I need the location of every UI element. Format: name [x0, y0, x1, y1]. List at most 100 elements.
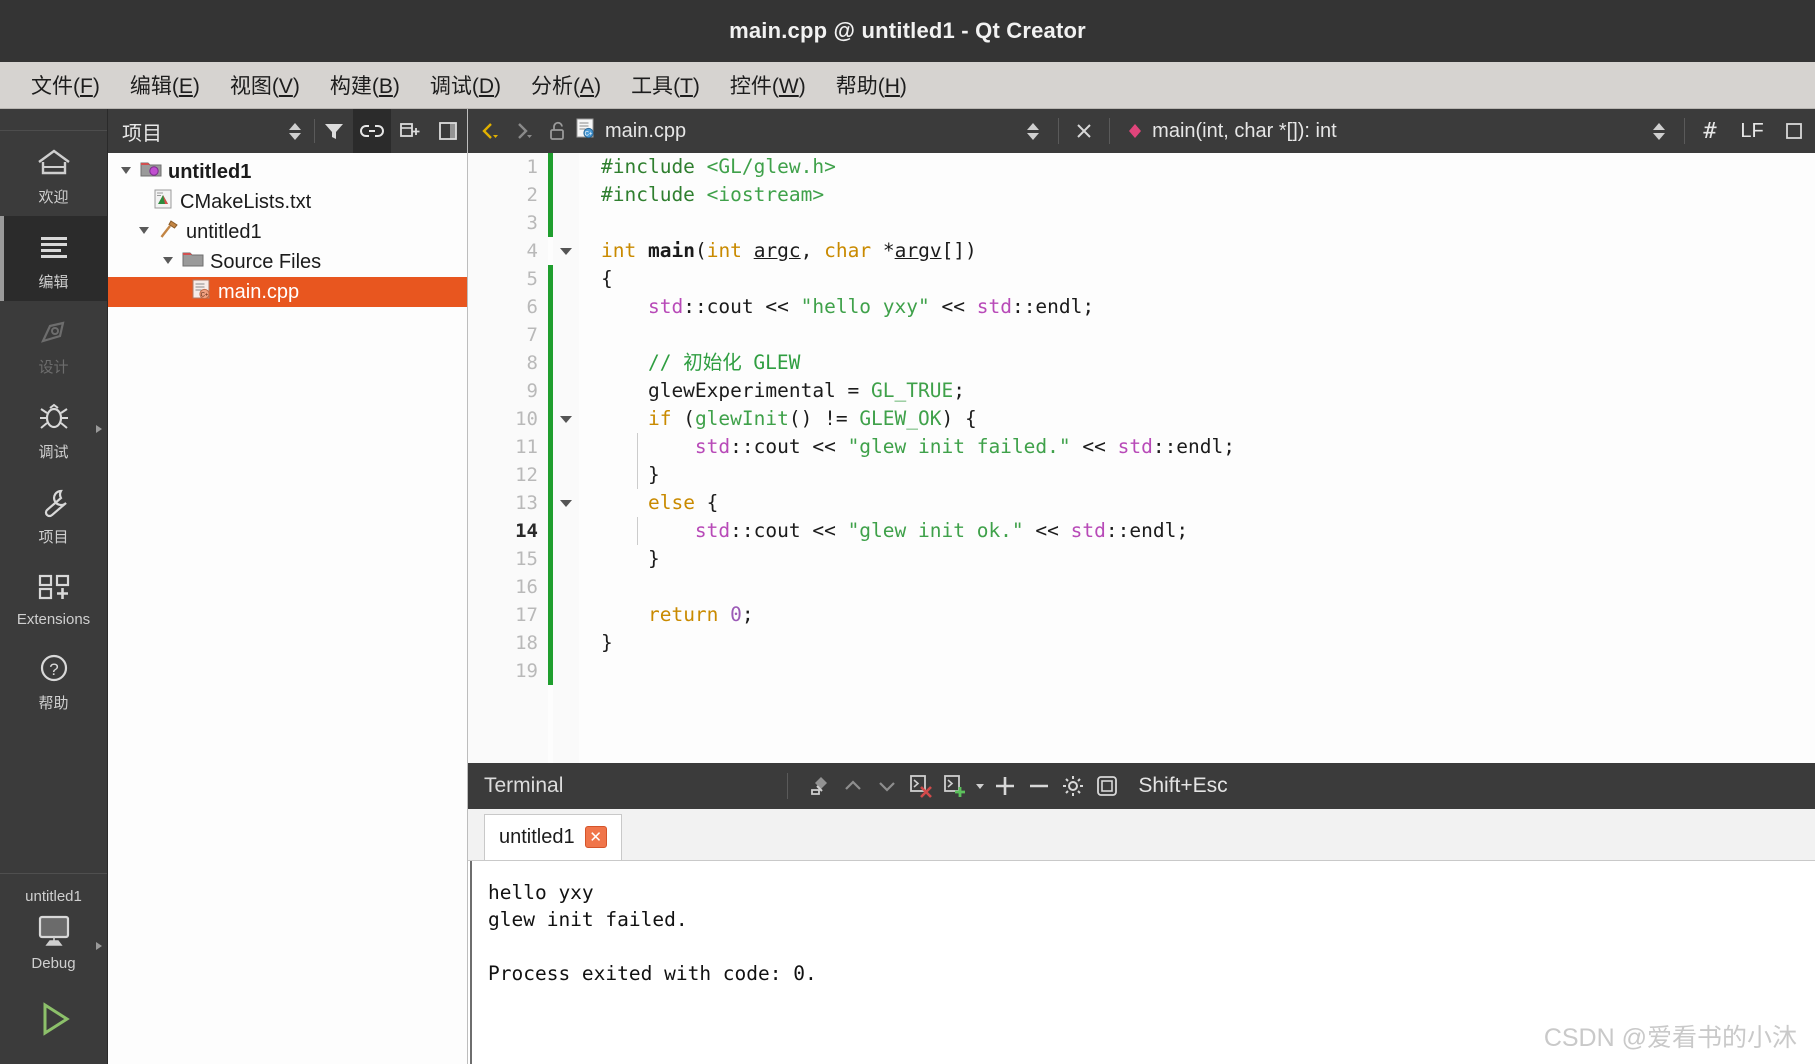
close-tab-icon[interactable]: ✕ [584, 826, 607, 848]
project-tree[interactable]: untitled1 CMakeLists.txt untitled1 Sourc… [108, 153, 467, 1064]
line-number: 15 [515, 548, 538, 570]
run-play-icon[interactable] [31, 999, 77, 1044]
link-sync-icon[interactable] [353, 109, 391, 153]
menu-analyze[interactable]: 分析(A) [518, 65, 614, 105]
nav-forward-icon[interactable] [506, 109, 540, 153]
source-code[interactable]: #include <GL/glew.h> #include <iostream>… [601, 153, 1815, 657]
fold-marker-line10[interactable] [553, 405, 579, 433]
mode-projects-label: 项目 [38, 529, 69, 546]
mode-extensions[interactable]: Extensions [0, 556, 108, 637]
zoom-out-icon[interactable] [1022, 763, 1056, 809]
kit-config-label: Debug [31, 955, 76, 972]
kit-selector[interactable]: untitled1 Debug [0, 859, 107, 1064]
close-x-icon[interactable] [1067, 109, 1101, 153]
window-title: main.cpp @ untitled1 - Qt Creator [729, 18, 1086, 43]
folder-icon [182, 249, 204, 275]
unlocked-icon[interactable] [540, 109, 574, 153]
mode-edit[interactable]: 编辑 [0, 216, 108, 301]
menu-debug[interactable]: 调试(D) [417, 65, 514, 105]
clear-broom-icon[interactable] [802, 763, 836, 809]
line-number-gutter: 1 2 3 4 5 6 7 8 9 10 11 12 13 14 15 16 1… [468, 153, 548, 763]
menu-file[interactable]: 文件(F) [18, 65, 113, 105]
line-number: 12 [515, 464, 538, 486]
line-number: 7 [526, 324, 538, 346]
line-number: 10 [515, 408, 538, 430]
stop-close-icon[interactable] [904, 763, 938, 809]
next-down-icon[interactable] [870, 763, 904, 809]
tree-row-cmakelists[interactable]: CMakeLists.txt [108, 187, 467, 217]
menu-view[interactable]: 视图(V) [217, 65, 313, 105]
tree-row-target[interactable]: untitled1 [108, 217, 467, 247]
hide-sidebar-icon[interactable] [429, 109, 467, 153]
prev-up-icon[interactable] [836, 763, 870, 809]
nav-back-icon[interactable] [472, 109, 506, 153]
line-number: 1 [526, 156, 538, 178]
mode-design-label: 设计 [38, 359, 69, 376]
terminal-output-line: Process exited with code: 0. [488, 961, 817, 985]
kit-build-config[interactable]: Debug [0, 911, 108, 981]
symbol-dropdown-icon[interactable] [1642, 109, 1676, 153]
fold-column[interactable] [553, 153, 579, 763]
new-terminal-icon[interactable] [938, 763, 972, 809]
terminal-tab-label: untitled1 [499, 825, 575, 848]
menu-widgets[interactable]: 控件(W) [717, 65, 819, 105]
home-icon [36, 142, 72, 182]
line-number: 17 [515, 604, 538, 626]
line-ending-indicator[interactable]: LF [1727, 109, 1777, 153]
toolbar-separator-3 [1684, 118, 1685, 144]
zoom-in-icon[interactable] [988, 763, 1022, 809]
tree-label-source-files: Source Files [210, 250, 322, 273]
chevron-down-icon[interactable] [160, 256, 176, 268]
project-folder-icon [140, 159, 162, 185]
editor-toolbar: C+ main.cpp main(int, char *[]): int # L… [468, 109, 1815, 153]
terminal-title: Terminal [484, 773, 564, 797]
mode-debug[interactable]: 调试 [0, 386, 108, 471]
expand-all-icon[interactable] [391, 109, 429, 153]
kit-arrow-icon[interactable] [95, 942, 102, 950]
mode-projects[interactable]: 项目 [0, 471, 108, 556]
projects-wrench-icon [36, 482, 72, 522]
chevron-down-icon[interactable] [136, 226, 152, 238]
code-text-area[interactable]: #include <GL/glew.h> #include <iostream>… [579, 153, 1815, 763]
tree-row-main-cpp[interactable]: C+ main.cpp [108, 277, 467, 307]
mode-design: 设计 [0, 301, 108, 386]
settings-gear-icon[interactable] [1056, 763, 1090, 809]
terminal-output-text: hello yxy glew init failed. Process exit… [472, 861, 817, 1064]
terminal-output-line: glew init failed. [488, 907, 688, 931]
maximize-panel-icon[interactable] [1090, 763, 1124, 809]
menu-tools[interactable]: 工具(T) [618, 65, 713, 105]
sort-updown-icon[interactable] [276, 109, 314, 153]
menu-help[interactable]: 帮助(H) [823, 65, 920, 105]
extensions-blocks-icon [34, 567, 74, 607]
tree-row-project[interactable]: untitled1 [108, 157, 467, 187]
help-question-icon: ? [36, 648, 72, 688]
menu-build[interactable]: 构建(B) [317, 65, 413, 105]
edit-lines-icon [36, 227, 72, 267]
window-titlebar: main.cpp @ untitled1 - Qt Creator [0, 0, 1815, 62]
filter-funnel-icon[interactable] [315, 109, 353, 153]
code-editor[interactable]: 1 2 3 4 5 6 7 8 9 10 11 12 13 14 15 16 1… [468, 153, 1815, 763]
terminal-tab-untitled1[interactable]: untitled1 ✕ [484, 813, 622, 860]
dropdown-caret-icon[interactable] [972, 763, 988, 809]
encoding-icon[interactable] [1777, 109, 1811, 153]
mode-welcome[interactable]: 欢迎 [0, 131, 108, 216]
updown-split-icon[interactable] [1016, 109, 1050, 153]
mode-help-label: 帮助 [38, 695, 69, 712]
terminal-output-panel[interactable]: hello yxy glew init failed. Process exit… [468, 860, 1815, 1064]
editor-symbol[interactable]: main(int, char *[]): int [1152, 120, 1337, 143]
line-number: 4 [526, 240, 538, 262]
mode-help[interactable]: ? 帮助 [0, 637, 108, 722]
chevron-down-icon[interactable] [118, 166, 134, 178]
mode-debug-arrow-icon[interactable] [95, 424, 102, 433]
fold-marker-line13[interactable] [553, 489, 579, 517]
tree-row-source-files[interactable]: Source Files [108, 247, 467, 277]
editor-file-selector[interactable]: C+ main.cpp [574, 117, 686, 145]
fold-marker-line4[interactable] [553, 237, 579, 265]
line-number: 16 [515, 576, 538, 598]
menu-edit[interactable]: 编辑(E) [117, 65, 213, 105]
hash-icon[interactable]: # [1693, 109, 1727, 153]
